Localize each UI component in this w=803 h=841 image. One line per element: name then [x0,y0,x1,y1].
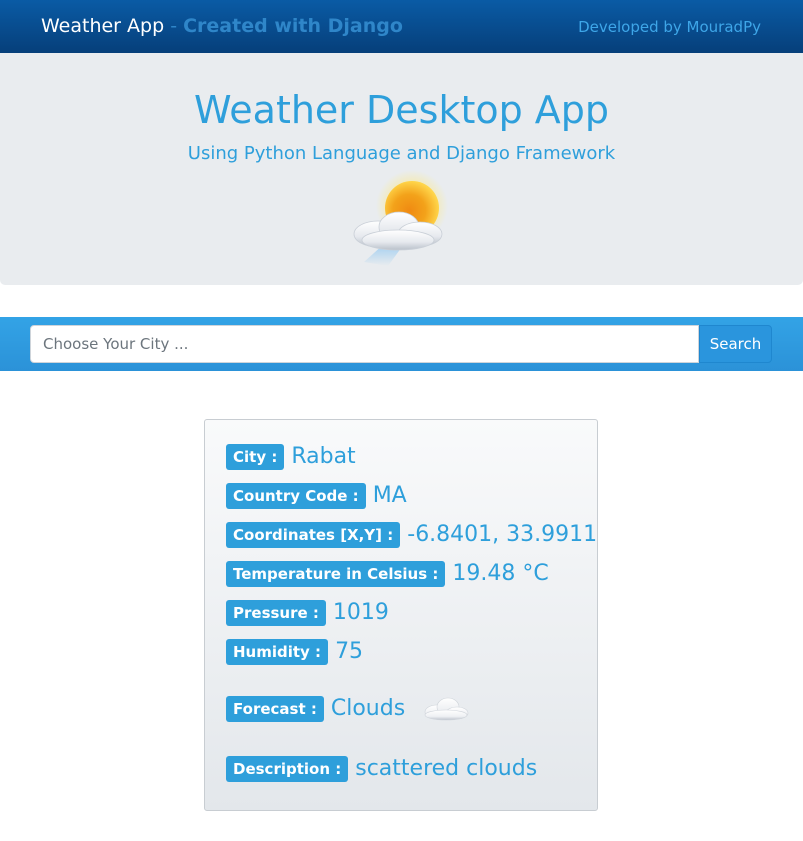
humidity-label: Humidity : [226,639,329,665]
navbar: Weather App - Created with Django Develo… [0,0,803,53]
country-code-label: Country Code : [226,483,366,509]
pressure-label: Pressure : [226,600,326,626]
sun-behind-cloud-icon [353,170,448,266]
description-row: Description : scattered clouds [226,756,537,782]
developer-link[interactable]: Developed by MouradPy [578,17,761,37]
pressure-value: 1019 [332,600,389,625]
hero-banner: Weather Desktop App Using Python Languag… [0,53,803,285]
cloud-icon [424,697,469,721]
page-title: Weather Desktop App [193,88,610,132]
humidity-row: Humidity :75 [226,639,363,665]
pressure-row: Pressure :1019 [226,600,389,626]
coordinates-value: -6.8401, 33.9911 [407,522,598,547]
search-bar: Search [0,317,803,371]
brand-subtitle: Created with Django [183,15,403,37]
page-subtitle: Using Python Language and Django Framewo… [187,143,616,164]
coordinates-label: Coordinates [X,Y] : [226,522,401,548]
forecast-label: Forecast : [226,696,324,722]
forecast-value: Clouds [330,696,406,721]
humidity-value: 75 [335,639,364,664]
temperature-row: Temperature in Celsius :19.48 °C [226,561,549,587]
city-label: City : [226,444,285,470]
search-button[interactable]: Search [699,325,772,363]
brand-separator: - [164,15,184,37]
city-search-input[interactable] [30,325,699,363]
coordinates-row: Coordinates [X,Y] : -6.8401, 33.9911 [226,522,597,548]
navbar-brand[interactable]: Weather App - Created with Django [41,14,403,38]
weather-result-card: City : Rabat Country Code : MA Coordinates… [204,419,598,811]
city-value: Rabat [291,444,356,469]
temperature-value: 19.48 °C [452,561,549,586]
country-code-row: Country Code : MA [226,483,407,509]
city-row: City : Rabat [226,444,356,470]
brand-name[interactable]: Weather App [41,15,164,37]
description-value: scattered clouds [355,756,538,781]
forecast-row: Forecast : Clouds [226,694,471,722]
country-code-value: MA [372,483,407,508]
temperature-label: Temperature in Celsius : [226,561,446,587]
description-label: Description : [226,756,349,782]
